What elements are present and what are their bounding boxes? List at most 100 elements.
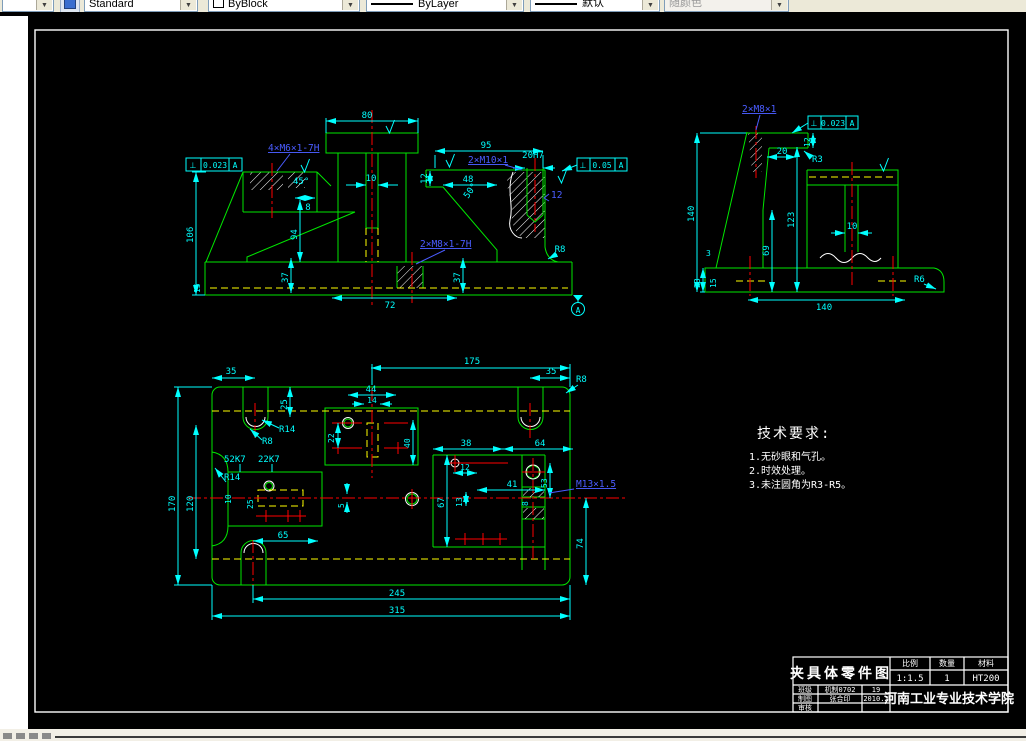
- dim-label: 65: [278, 531, 289, 541]
- gdt-datum-ref: A: [850, 119, 855, 128]
- layer-combo[interactable]: ▼: [2, 0, 54, 12]
- thread-callout: M13×1.5: [576, 479, 616, 490]
- dim-label: 25: [280, 399, 290, 410]
- dim-label: 8: [305, 203, 310, 213]
- dim-label: R8: [576, 375, 587, 385]
- gdt-value: 0.023: [821, 119, 845, 128]
- text-style-value: Standard: [89, 0, 134, 10]
- thread-callout: 2×M8×1-7H: [420, 239, 472, 250]
- chevron-down-icon[interactable]: ▼: [180, 0, 196, 10]
- row-label: 审核: [798, 703, 812, 712]
- dim-label: R8: [262, 437, 273, 447]
- plotstyle-value: 随颜色: [669, 0, 702, 9]
- scale-value: 1:1.5: [896, 674, 923, 684]
- gdt-symbol: ⊥: [811, 119, 818, 128]
- bottom-bar: [0, 729, 1026, 741]
- tech-title: 技术要求:: [757, 426, 831, 442]
- bottom-button[interactable]: [16, 733, 25, 739]
- hatch-area: [250, 172, 283, 190]
- hatch-area: [397, 266, 423, 288]
- dim-label: 69: [762, 245, 772, 256]
- dim-label: 123: [787, 212, 797, 228]
- dim-label: 245: [389, 589, 405, 599]
- chevron-down-icon[interactable]: ▼: [342, 0, 358, 10]
- dim-label: 53: [540, 478, 549, 488]
- dim-label: 315: [389, 606, 405, 616]
- thread-callout: 2×M8×1: [742, 104, 777, 115]
- chevron-down-icon[interactable]: ▼: [506, 0, 522, 10]
- dim-label: 37: [281, 272, 291, 283]
- dim-label: 45°: [293, 177, 309, 187]
- tech-item: 1.无砂眼和气孔。: [749, 450, 831, 463]
- lineweight-sample-icon: [535, 3, 577, 5]
- row-value: 张合印: [830, 694, 851, 703]
- gdt-symbol: ⊥: [580, 161, 587, 170]
- school-name: 河南工业专业技术学院: [884, 691, 1014, 707]
- material-label: 材料: [978, 658, 994, 668]
- qty-value: 1: [944, 674, 949, 684]
- dim-label: 10: [847, 222, 858, 232]
- dim-label: 140: [687, 206, 697, 222]
- material-value: HT200: [972, 674, 999, 684]
- dim-label: 10: [224, 494, 233, 504]
- lineweight-value: 默认: [582, 0, 604, 9]
- thread-callout: 4×M6×1-7H: [268, 143, 320, 154]
- bottom-button[interactable]: [29, 733, 38, 739]
- color-swatch-icon: [213, 0, 224, 8]
- dim-label: 35: [546, 367, 557, 377]
- gdt-datum-ref: A: [233, 161, 238, 170]
- dim-label: 14: [367, 396, 377, 405]
- lineweight-combo[interactable]: 默认 ▼: [530, 0, 660, 12]
- dim-label: 12: [803, 137, 812, 147]
- plotstyle-combo: 随颜色 ▼: [664, 0, 789, 12]
- dim-label: 22: [327, 433, 336, 443]
- text-style-combo[interactable]: Standard ▼: [84, 0, 198, 12]
- dim-label: 106: [186, 227, 196, 243]
- dim-label: R14: [279, 425, 295, 435]
- dim-label: 170: [168, 496, 178, 512]
- dim-label: 35: [226, 367, 237, 377]
- dim-label: 175: [464, 357, 480, 367]
- linetype-combo[interactable]: ByLayer ▼: [366, 0, 524, 12]
- scale-label: 比例: [902, 658, 918, 668]
- drawing-canvas[interactable]: 80 10 95 20H7 48 12 45° 8 50° 94 37 37 7…: [0, 0, 1026, 741]
- color-combo[interactable]: ByBlock ▼: [208, 0, 360, 12]
- row-label: 班级: [798, 685, 812, 694]
- datum-letter: A: [576, 306, 581, 315]
- tech-item: 3.未注圆角为R3-R5。: [749, 478, 851, 491]
- dim-label: 38: [461, 439, 472, 449]
- bottom-button[interactable]: [3, 733, 12, 739]
- dim-label: 22K7: [258, 455, 280, 465]
- dim-label: 23: [693, 278, 702, 288]
- dim-label: 13: [455, 497, 464, 507]
- linetype-value: ByLayer: [418, 0, 459, 10]
- dim-label: 41: [507, 480, 518, 490]
- chevron-down-icon[interactable]: ▼: [36, 0, 52, 10]
- gdt-value: 0.05: [592, 161, 611, 170]
- dim-label: 67: [437, 497, 447, 508]
- linetype-sample-icon: [371, 3, 413, 5]
- bottom-button[interactable]: [42, 733, 51, 739]
- qty-label: 数量: [939, 658, 955, 668]
- style-icon[interactable]: [60, 0, 80, 12]
- table-icon: [64, 0, 76, 9]
- dim-label: 80: [362, 111, 373, 121]
- chevron-down-icon[interactable]: ▼: [642, 0, 658, 10]
- dim-label: 15: [709, 278, 718, 288]
- dim-label: 20: [777, 147, 788, 157]
- toolbar: ▼ Standard ▼ ByBlock ▼ ByLayer ▼ 默认 ▼ 随颜…: [0, 0, 1026, 12]
- gdt-datum-ref: A: [619, 161, 624, 170]
- model-space[interactable]: [28, 16, 1026, 729]
- thread-depth-note: 12: [551, 190, 562, 201]
- dim-label: 15: [193, 283, 202, 293]
- dim-label: R3: [812, 155, 823, 165]
- gdt-symbol: ⊥: [190, 161, 197, 170]
- dim-label: 10: [366, 174, 377, 184]
- dim-label: 25: [246, 499, 255, 509]
- dim-label: 44: [366, 385, 377, 395]
- dim-label: 52K7: [224, 455, 246, 465]
- dim-label: 20H7: [522, 151, 544, 161]
- row-value: 机制0702: [825, 685, 856, 694]
- dim-label: 40: [403, 438, 412, 448]
- dim-label: 3: [706, 249, 711, 258]
